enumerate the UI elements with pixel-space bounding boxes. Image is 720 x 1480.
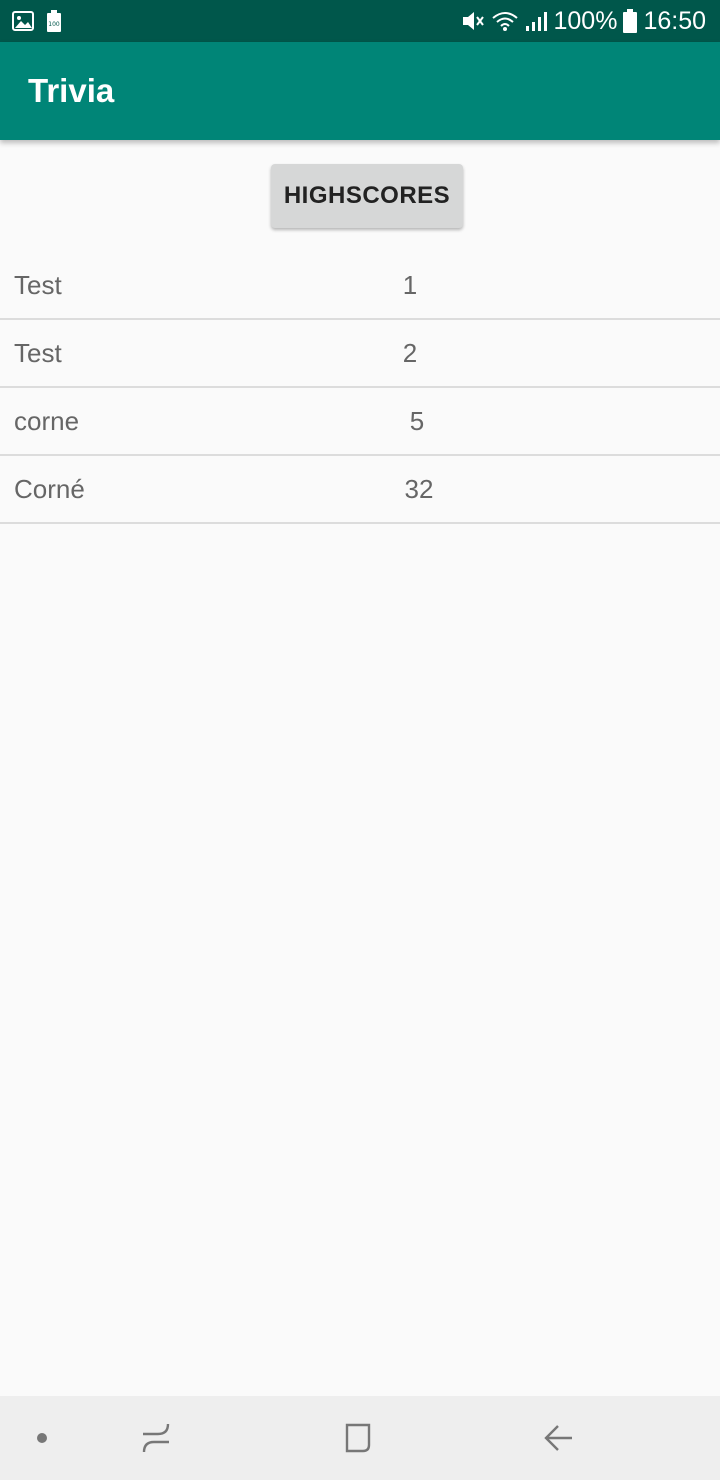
- battery-percent: 100%: [553, 6, 618, 35]
- table-row[interactable]: Corné 32: [0, 456, 720, 524]
- back-icon[interactable]: [528, 1396, 588, 1480]
- player-score: 1: [402, 270, 418, 300]
- battery-icon: [623, 9, 638, 33]
- player-score: 5: [409, 406, 425, 436]
- score-list: Test 1 Test 2 corne 5 Corné 32: [0, 252, 720, 524]
- wifi-icon: [491, 10, 519, 32]
- battery-saver-icon: 100: [46, 10, 62, 32]
- app-title: Trivia: [28, 72, 115, 109]
- recent-apps-icon[interactable]: [126, 1396, 186, 1480]
- table-row[interactable]: Test 1: [0, 252, 720, 320]
- player-name: Test: [14, 338, 62, 368]
- signal-icon: [525, 10, 548, 32]
- player-name: corne: [14, 406, 80, 436]
- status-left-icons: 100: [12, 0, 62, 42]
- clock: 16:50: [643, 6, 706, 35]
- svg-text:100: 100: [48, 21, 60, 28]
- highscores-button[interactable]: HIGHSCORES: [271, 164, 463, 228]
- navigation-bar: [0, 1396, 720, 1480]
- status-bar: 100 100% 16:50: [0, 0, 720, 42]
- player-score: 32: [404, 474, 434, 504]
- player-score: 2: [402, 338, 418, 368]
- dot-icon[interactable]: [22, 1396, 62, 1480]
- image-icon: [12, 11, 34, 31]
- app-bar: Trivia: [0, 42, 720, 140]
- status-right-icons: 100% 16:50: [461, 0, 706, 42]
- player-name: Test: [14, 270, 62, 300]
- player-name: Corné: [14, 474, 85, 504]
- mute-icon: [461, 10, 485, 32]
- table-row[interactable]: corne 5: [0, 388, 720, 456]
- table-row[interactable]: Test 2: [0, 320, 720, 388]
- home-icon[interactable]: [327, 1396, 387, 1480]
